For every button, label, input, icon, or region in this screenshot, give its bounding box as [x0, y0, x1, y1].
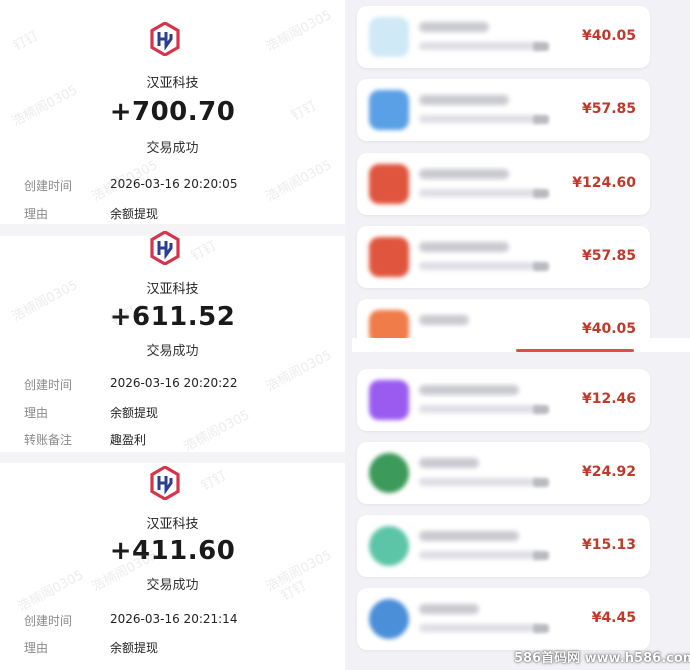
reason-label: 理由 — [24, 641, 49, 655]
order-price: ¥15.13 — [581, 537, 636, 553]
blurred-chip — [533, 189, 549, 198]
blurred-chip — [533, 405, 549, 414]
order-card[interactable]: ¥12.46 — [357, 369, 650, 431]
transfer-note-label: 转账备注 — [24, 433, 73, 447]
created-time-value: 2026-03-16 20:21:14 — [110, 612, 238, 626]
reason-value: 余额提现 — [110, 207, 159, 221]
amount: +700.70 — [109, 97, 236, 127]
blurred-product-subtitle — [419, 478, 539, 486]
product-thumbnail — [369, 453, 409, 493]
blurred-product-subtitle — [419, 42, 539, 50]
blurred-product-subtitle — [419, 262, 539, 270]
reason-value: 余额提现 — [110, 406, 159, 420]
blurred-product-title — [419, 242, 509, 252]
blurred-product-title — [419, 531, 519, 541]
blurred-chip — [533, 42, 549, 51]
blurred-chip — [533, 115, 549, 124]
merchant-name: 汉亚科技 — [146, 517, 199, 532]
blurred-product-subtitle — [419, 405, 539, 413]
merchant-name: 汉亚科技 — [146, 76, 199, 91]
amount: +411.60 — [109, 536, 236, 566]
reason-value: 余额提现 — [110, 641, 159, 655]
transaction-status: 交易成功 — [146, 578, 199, 593]
reason-label: 理由 — [24, 207, 49, 221]
blurred-product-title — [419, 169, 509, 179]
order-price: ¥4.45 — [591, 610, 636, 626]
transaction-status: 交易成功 — [146, 141, 199, 156]
blurred-product-title — [419, 385, 519, 395]
created-time-label: 创建时间 — [24, 378, 73, 392]
order-card[interactable]: ¥4.45 — [357, 588, 650, 650]
order-price: ¥124.60 — [572, 175, 636, 191]
blurred-product-subtitle — [419, 551, 539, 559]
order-price: ¥24.92 — [581, 464, 636, 480]
transfer-note-value: 趣盈利 — [110, 433, 147, 447]
order-price: ¥57.85 — [581, 248, 636, 264]
order-price: ¥12.46 — [581, 391, 636, 407]
order-card[interactable]: ¥40.05 — [357, 6, 650, 68]
order-card[interactable]: ¥57.85 — [357, 79, 650, 141]
product-thumbnail — [369, 380, 409, 420]
product-thumbnail — [369, 90, 409, 130]
blurred-chip — [533, 624, 549, 633]
product-thumbnail — [369, 599, 409, 639]
blurred-chip — [533, 262, 549, 271]
transaction-status: 交易成功 — [146, 344, 199, 359]
merchant-name: 汉亚科技 — [146, 282, 199, 297]
order-card[interactable]: ¥15.13 — [357, 515, 650, 577]
blurred-product-title — [419, 604, 479, 614]
hanya-logo-icon — [150, 466, 180, 500]
order-card[interactable]: ¥57.85 — [357, 226, 650, 288]
blurred-product-title — [419, 315, 469, 325]
created-time-label: 创建时间 — [24, 179, 73, 193]
order-price: ¥57.85 — [581, 101, 636, 117]
blurred-chip — [533, 551, 549, 560]
product-thumbnail — [369, 526, 409, 566]
blurred-product-title — [419, 95, 509, 105]
receipt-divider — [0, 452, 345, 463]
product-thumbnail — [369, 237, 409, 277]
hanya-logo-icon — [150, 231, 180, 265]
site-watermark: 586首码网 www.h586.com — [514, 651, 690, 666]
order-card[interactable]: ¥124.60 — [357, 153, 650, 215]
reason-label: 理由 — [24, 406, 49, 420]
blurred-product-subtitle — [419, 624, 539, 632]
order-price: ¥40.05 — [581, 28, 636, 44]
blurred-product-subtitle — [419, 189, 539, 197]
created-time-value: 2026-03-16 20:20:22 — [110, 376, 238, 390]
product-thumbnail — [369, 17, 409, 57]
product-thumbnail — [369, 164, 409, 204]
created-time-label: 创建时间 — [24, 614, 73, 628]
blurred-product-title — [419, 22, 489, 32]
tab-indicator — [516, 349, 634, 352]
order-price: ¥40.05 — [581, 321, 636, 337]
blurred-product-subtitle — [419, 115, 539, 123]
hanya-logo-icon — [150, 22, 180, 56]
amount: +611.52 — [109, 302, 236, 332]
created-time-value: 2026-03-16 20:20:05 — [110, 177, 238, 191]
blurred-chip — [533, 478, 549, 487]
order-card[interactable]: ¥24.92 — [357, 442, 650, 504]
blurred-product-title — [419, 458, 479, 468]
